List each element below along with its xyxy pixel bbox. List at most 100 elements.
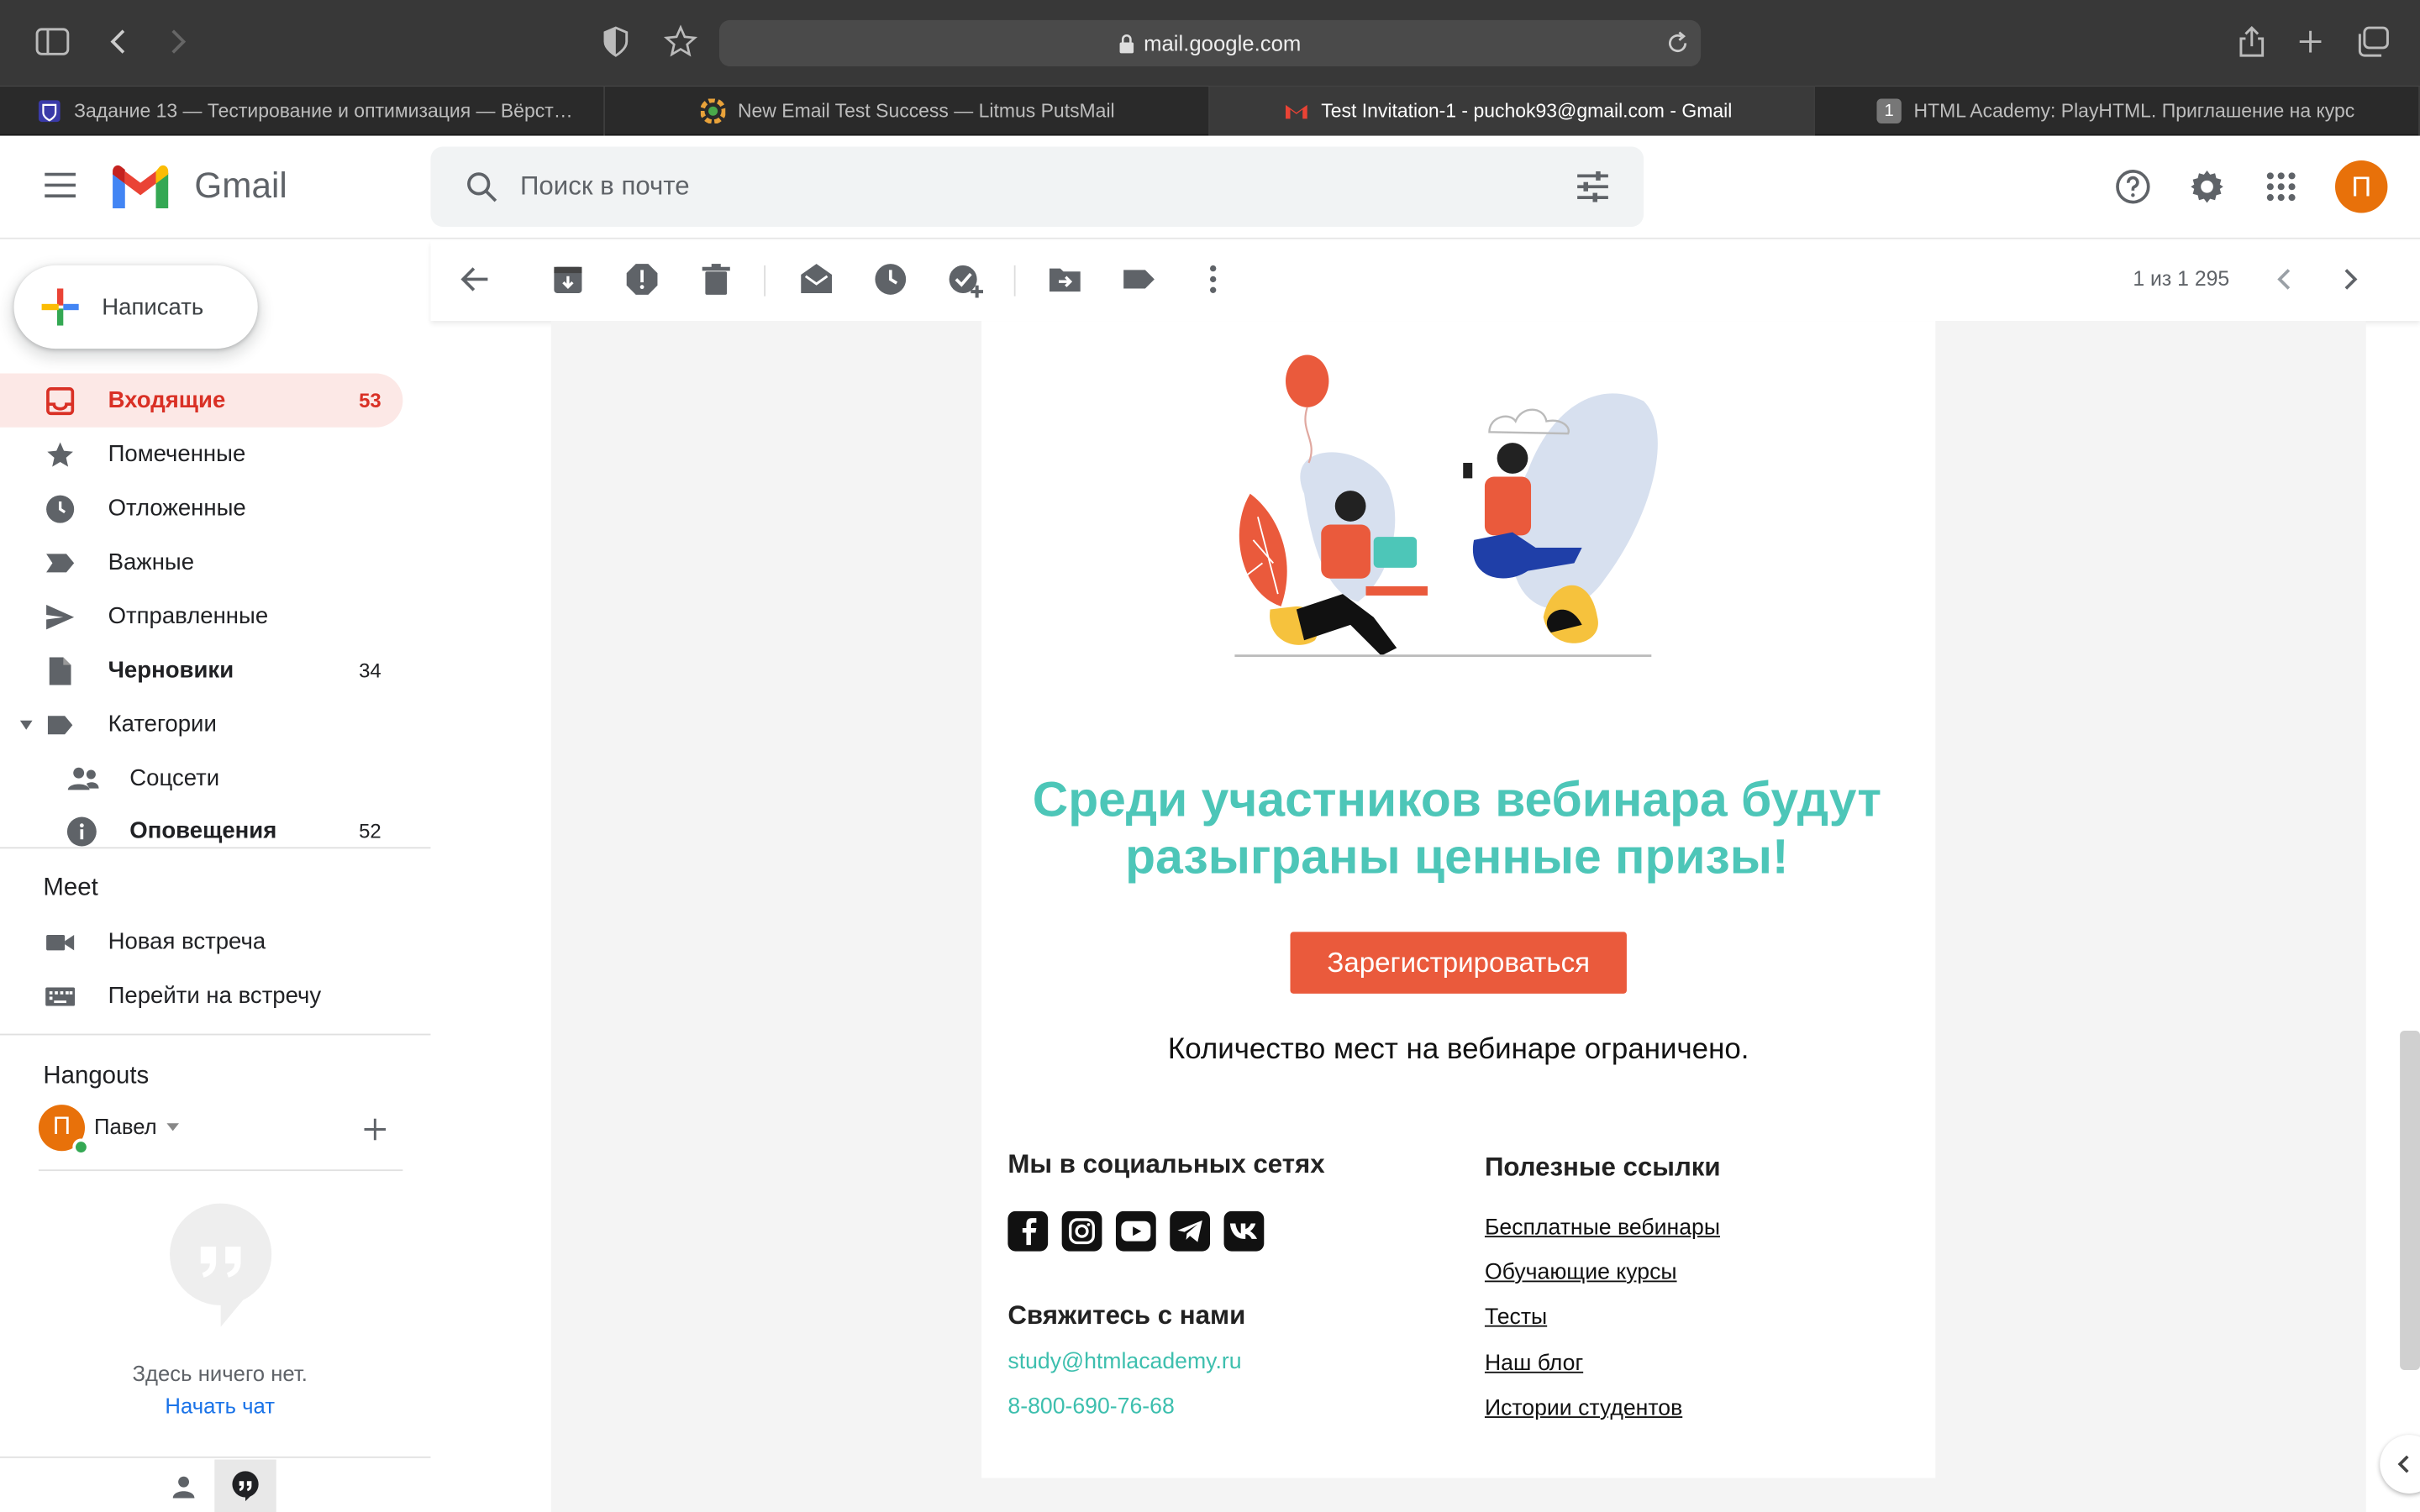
main-menu-icon[interactable]: [43, 171, 76, 199]
draft-icon: [45, 656, 76, 687]
expand-caret-icon[interactable]: [18, 719, 34, 732]
sidebar-item-label: Черновики: [108, 657, 234, 684]
sidebar-item-label: Входящие: [108, 387, 226, 414]
browser-tab-1[interactable]: Задание 13 — Тестирование и оптимизация …: [0, 86, 605, 136]
hangouts-tab-icon[interactable]: [214, 1459, 276, 1512]
tab-title: Задание 13 — Тестирование и оптимизация …: [74, 100, 573, 123]
people-icon: [66, 764, 99, 795]
social-title: Мы в социальных сетях: [1007, 1149, 1325, 1179]
hangouts-quote-icon: [170, 1203, 272, 1327]
meet-join-meeting[interactable]: Перейти на встречу: [0, 969, 402, 1022]
search-input[interactable]: Поиск в почте: [520, 171, 690, 202]
more-options-icon[interactable]: [1196, 262, 1229, 296]
link-tests[interactable]: Тесты: [1485, 1305, 1547, 1330]
page-scrollbar-thumb[interactable]: [2400, 1030, 2420, 1371]
delete-icon[interactable]: [699, 262, 733, 296]
browser-tab-4[interactable]: 1 HTML Academy: PlayHTML. Приглашение на…: [1815, 86, 2420, 136]
mark-unread-icon[interactable]: [799, 262, 833, 296]
shield-icon[interactable]: [602, 26, 629, 57]
meet-title: Meet: [43, 874, 98, 901]
link-courses[interactable]: Обучающие курсы: [1485, 1261, 1677, 1285]
apps-grid-icon[interactable]: [2265, 171, 2296, 202]
plus-icon: [40, 287, 81, 328]
contact-phone-link[interactable]: 8-800-690-76-68: [1007, 1394, 1174, 1419]
gmail-favicon-icon: [1284, 99, 1308, 123]
important-icon: [45, 548, 76, 579]
back-icon[interactable]: [108, 28, 130, 55]
tab-title: New Email Test Success — Litmus PutsMail: [737, 100, 1115, 123]
telegram-icon[interactable]: [1170, 1210, 1210, 1252]
gmail-logo-icon[interactable]: [108, 164, 173, 213]
instagram-icon[interactable]: [1061, 1210, 1102, 1252]
user-menu-caret-icon[interactable]: [166, 1123, 180, 1131]
side-panel-toggle-icon[interactable]: [2380, 1435, 2420, 1494]
label-as-icon[interactable]: [1122, 262, 1155, 296]
add-task-icon[interactable]: [948, 262, 983, 298]
meet-new-meeting[interactable]: Новая встреча: [0, 915, 402, 969]
sidebar-item-starred[interactable]: Помеченные: [0, 428, 402, 481]
info-icon: [66, 816, 97, 848]
register-button[interactable]: Зарегистрироваться: [1290, 932, 1627, 994]
search-options-icon[interactable]: [1576, 171, 1609, 202]
settings-gear-icon[interactable]: [2188, 168, 2225, 205]
newer-chevron-icon[interactable]: [2267, 262, 2301, 296]
sidebar-item-label: Отложенные: [108, 495, 246, 522]
tab-bar: Задание 13 — Тестирование и оптимизация …: [0, 86, 2420, 136]
back-arrow-icon[interactable]: [459, 262, 492, 296]
sidebar-item-important[interactable]: Важные: [0, 535, 402, 589]
sidebar-item-snoozed[interactable]: Отложенные: [0, 481, 402, 535]
account-avatar[interactable]: П: [2334, 160, 2388, 213]
snooze-icon[interactable]: [874, 262, 908, 296]
contacts-person-icon[interactable]: [170, 1473, 197, 1501]
report-spam-icon[interactable]: [625, 262, 659, 296]
youtube-icon[interactable]: [1115, 1210, 1156, 1252]
add-contact-icon[interactable]: [364, 1118, 387, 1141]
tab-title: Test Invitation-1 - puchok93@gmail.com -…: [1321, 100, 1733, 123]
help-icon[interactable]: [2114, 168, 2151, 205]
toolbar-divider: [1013, 265, 1016, 297]
webinar-illustration: [1219, 347, 1682, 679]
link-blog[interactable]: Наш блог: [1485, 1352, 1583, 1376]
hangouts-divider: [38, 1169, 403, 1172]
sidebar-item-drafts[interactable]: Черновики 34: [0, 643, 402, 697]
tab-number-badge: 1: [1876, 98, 1902, 123]
vk-icon[interactable]: [1223, 1210, 1265, 1252]
sidebar-item-social[interactable]: Соцсети: [0, 751, 402, 805]
shield-favicon-icon: [37, 99, 61, 123]
sidebar-divider: [0, 1033, 431, 1036]
browser-tab-2[interactable]: New Email Test Success — Litmus PutsMail: [605, 86, 1210, 136]
sidebar-item-categories[interactable]: Категории: [0, 697, 402, 751]
compose-button[interactable]: Написать: [13, 265, 258, 349]
gmail-brand: Gmail: [194, 165, 287, 206]
url-text: mail.google.com: [1144, 30, 1302, 56]
tab-overview-icon[interactable]: [2357, 26, 2391, 57]
label-icon: [45, 710, 76, 741]
search-icon[interactable]: [465, 170, 498, 203]
address-bar[interactable]: mail.google.com: [718, 19, 1702, 66]
reload-icon[interactable]: [1667, 31, 1689, 55]
sidebar-item-inbox[interactable]: Входящие 53: [0, 373, 403, 428]
browser-tab-3[interactable]: Test Invitation-1 - puchok93@gmail.com -…: [1209, 86, 1815, 136]
older-chevron-icon[interactable]: [2333, 262, 2367, 296]
sidebar-item-sent[interactable]: Отправленные: [0, 590, 402, 643]
forward-icon[interactable]: [166, 28, 188, 55]
facebook-icon[interactable]: [1007, 1210, 1049, 1252]
browser-toolbar: mail.google.com: [0, 0, 2420, 87]
link-free-webinars[interactable]: Бесплатные вебинары: [1485, 1215, 1720, 1240]
link-student-stories[interactable]: Истории студентов: [1485, 1396, 1682, 1420]
sidebar-toggle-icon[interactable]: [35, 28, 70, 55]
litmus-favicon-icon: [700, 98, 726, 123]
share-icon[interactable]: [2238, 24, 2265, 58]
contact-email-link[interactable]: study@htmlacademy.ru: [1007, 1350, 1241, 1374]
sidebar-item-label: Категории: [108, 711, 217, 738]
start-chat-link[interactable]: Начать чат: [0, 1394, 439, 1418]
archive-icon[interactable]: [551, 262, 585, 296]
move-to-icon[interactable]: [1048, 262, 1081, 296]
new-tab-icon[interactable]: [2296, 28, 2324, 55]
sidebar-item-updates[interactable]: Оповещения 52: [0, 804, 402, 858]
bookmark-star-icon[interactable]: [663, 24, 698, 58]
message-toolbar: 1 из 1 295: [430, 240, 2420, 322]
search-bar[interactable]: Поиск в почте: [430, 146, 1644, 227]
star-icon: [45, 439, 76, 470]
hangouts-user-name[interactable]: Павел: [94, 1114, 157, 1138]
